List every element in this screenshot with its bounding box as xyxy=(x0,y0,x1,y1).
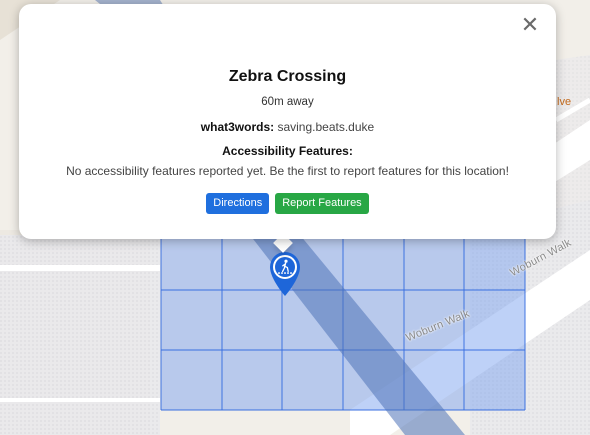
accessibility-heading: Accessibility Features: xyxy=(222,144,353,158)
poi-label: lve xyxy=(557,96,572,108)
distance-text: 60m away xyxy=(261,96,314,108)
close-icon[interactable]: ✕ xyxy=(521,13,539,38)
accessibility-text: No accessibility features reported yet. … xyxy=(66,164,509,178)
directions-button[interactable]: Directions xyxy=(206,193,270,214)
location-marker[interactable] xyxy=(267,249,303,297)
popup-actions: Directions Report Features xyxy=(19,193,556,214)
what3words-value: saving.beats.duke xyxy=(277,120,375,134)
popup-title: Zebra Crossing xyxy=(228,68,347,85)
what3words-address: what3words: saving.beats.duke xyxy=(19,120,556,134)
what3words-label: what3words: xyxy=(200,120,275,134)
close-button[interactable]: ✕ xyxy=(518,14,542,38)
report-features-button[interactable]: Report Features xyxy=(275,193,369,214)
location-popup: ✕ Zebra Crossing 60m away what3words: sa… xyxy=(19,4,556,239)
